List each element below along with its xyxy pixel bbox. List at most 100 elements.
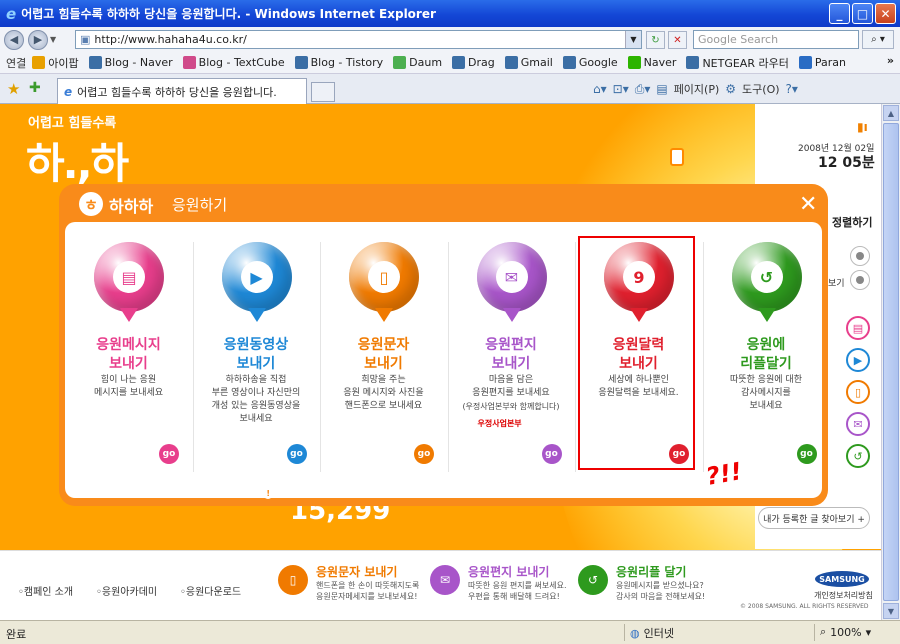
footer-cta-icon-0[interactable]: ▯ [278, 565, 308, 595]
page-menu[interactable]: 페이지(P) [674, 81, 720, 97]
modal-body: ▤ 응원메시지 보내기 힘이 나는 응원 메시지를 보내세요 go ▶ 응원동영상 보내기 하하하… [65, 222, 822, 498]
side-video-icon[interactable]: ▶ [846, 348, 870, 372]
privacy-link[interactable]: 개인정보처리방침 [814, 590, 873, 601]
link-3[interactable]: Blog - Tistory [294, 56, 383, 69]
go-button[interactable]: go [541, 444, 562, 464]
search-input[interactable]: Google Search [693, 30, 859, 49]
link-10[interactable]: Paran [798, 56, 846, 69]
card-title[interactable]: 응원편지 보내기 [448, 336, 575, 374]
side-phone-icon[interactable]: ▯ [846, 380, 870, 404]
side-message-icon[interactable]: ▤ [846, 316, 870, 340]
minimize-button[interactable]: _ [829, 3, 850, 24]
daum-icon [393, 56, 407, 69]
close-button[interactable]: ✕ [875, 3, 896, 24]
card-bubble-icon[interactable]: ↺ [731, 242, 802, 322]
scroll-down-icon[interactable]: ▼ [883, 603, 899, 619]
help-icon[interactable]: ?▾ [786, 82, 798, 96]
link-2[interactable]: Blog - TextCube [182, 56, 285, 69]
modal-brand: 하하하 [109, 197, 154, 216]
maximize-button[interactable]: □ [852, 3, 873, 24]
footer-cta-icon-2[interactable]: ↺ [578, 565, 608, 595]
footer-link-campaign[interactable]: ◦캠페인 소개 [18, 583, 73, 598]
go-button[interactable]: go [414, 444, 434, 464]
print-icon[interactable]: ⎙▾ [635, 82, 651, 97]
my-posts-button[interactable]: 내가 등록한 글 찾아보기 + [758, 507, 870, 529]
security-zone[interactable]: ◍ 인터넷 [630, 625, 674, 641]
link-7[interactable]: Google [562, 56, 618, 69]
history-dropdown-icon[interactable]: ▼ [50, 35, 56, 44]
side-reply-icon[interactable]: ↺ [846, 444, 870, 468]
tools-menu[interactable]: 도구(O) [742, 81, 779, 97]
cheer-card-2[interactable]: ▯ 응원문자 보내기 희망을 주는 응원 메시지와 사진을 핸드폰으로 보내세요 go [320, 222, 447, 498]
card-bubble-icon[interactable]: ▶ [221, 242, 292, 322]
card-title[interactable]: 응원에 리플달기 [703, 336, 830, 374]
card-title[interactable]: 응원메시지 보내기 [65, 336, 192, 374]
new-tab-button[interactable] [311, 82, 335, 102]
footer-link-academy[interactable]: ◦응원아카데미 [96, 583, 157, 598]
card-description: 하하하송을 직접 부른 영상이나 자신만의 개성 있는 응원동영상을 보내세요 [211, 375, 301, 424]
side-letter-icon[interactable]: ✉ [846, 412, 870, 436]
footer-cta-title[interactable]: 응원편지 보내기 [468, 563, 549, 580]
samsung-logo[interactable]: SAMSUNG [815, 571, 869, 587]
modal-title: 응원하기 [172, 196, 228, 214]
link-9[interactable]: NETGEAR 라우터 [686, 55, 789, 71]
footer-cta-title[interactable]: 응원문자 보내기 [316, 563, 397, 580]
sort-option-1[interactable] [850, 246, 870, 266]
textcube-icon [182, 56, 196, 69]
page-icon: ▣ [80, 33, 91, 46]
view-label: 보기 [828, 279, 845, 289]
cheer-card-3[interactable]: ✉ 응원편지 보내기 마음을 담은 응원편지를 보내세요 (우정사업본부와 함께합니다) 우… [448, 222, 575, 498]
card-bubble-icon[interactable]: ▤ [94, 242, 164, 322]
footer-cta-icon-1[interactable]: ✉ [430, 565, 460, 595]
tab-active[interactable]: e 어렵고 힘들수록 하하하 당신을 응원합니다. [57, 78, 307, 104]
footer-cta-title[interactable]: 응원리플 달기 [616, 563, 686, 580]
link-5[interactable]: Drag [452, 56, 495, 69]
scroll-up-icon[interactable]: ▲ [883, 105, 899, 121]
card-title[interactable]: 응원달력 보내기 [575, 336, 702, 374]
cheer-card-1[interactable]: ▶ 응원동영상 보내기 하하하송을 직접 부른 영상이나 자신만의 개성 있는 응원동영상… [193, 222, 320, 498]
page-icon [452, 56, 466, 69]
zoom-control[interactable]: ⌕ 100% ▾ [820, 625, 871, 639]
links-overflow-icon[interactable]: » [887, 54, 894, 67]
go-button[interactable]: go [286, 444, 307, 464]
go-button[interactable]: go [159, 444, 179, 464]
card-bubble-icon[interactable]: ▯ [349, 242, 419, 322]
add-favorite-icon[interactable]: ✚ [29, 80, 41, 96]
link-1[interactable]: Blog - Naver [88, 56, 173, 69]
sort-option-2[interactable] [850, 270, 870, 290]
card-title[interactable]: 응원문자 보내기 [320, 336, 447, 374]
korea-post-logo: 우정사업본부 [477, 419, 522, 428]
go-button[interactable]: go [669, 444, 689, 464]
rss-icon[interactable]: ⊡▾ [613, 82, 629, 96]
link-0[interactable]: 아이팝 [32, 55, 79, 71]
address-dropdown-icon[interactable]: ▼ [625, 31, 641, 48]
go-button[interactable]: go [796, 444, 817, 464]
scroll-thumb[interactable] [883, 123, 899, 601]
cheer-card-4[interactable]: 9 응원달력 보내기 세상에 하나뿐인 응원달력을 보내세요. go [575, 222, 702, 498]
hero-logo[interactable]: 하.,하 [26, 130, 129, 191]
card-bubble-icon[interactable]: ✉ [476, 242, 547, 322]
back-button[interactable]: ◀ [4, 29, 24, 50]
link-8[interactable]: Naver [627, 56, 676, 69]
link-4[interactable]: Daum [393, 56, 442, 69]
modal-close-button[interactable]: ✕ [799, 192, 817, 217]
favorites-star-icon[interactable]: ★ [7, 80, 20, 98]
refresh-button[interactable]: ↻ [646, 31, 665, 49]
vertical-scrollbar[interactable]: ▲ ▼ [881, 104, 900, 620]
cheer-card-5[interactable]: ↺ 응원에 리플달기 따뜻한 응원에 대한 감사메시지를 보내세요 go [703, 222, 830, 498]
link-label: Paran [814, 56, 846, 69]
link-label: NETGEAR 라우터 [702, 56, 789, 70]
command-bar: ⌂▾ ⊡▾ ⎙▾ ▤ 페이지(P) ⚙ 도구(O) ?▾ [593, 81, 798, 97]
stop-button[interactable]: ✕ [668, 31, 687, 49]
card-title[interactable]: 응원동영상 보내기 [193, 336, 320, 374]
footer-link-download[interactable]: ◦응원다운로드 [180, 583, 241, 598]
gear-icon: ⚙ [725, 82, 737, 96]
card-bubble-icon[interactable]: 9 [604, 242, 674, 322]
address-input[interactable]: ▣ http://www.hahaha4u.co.kr/ ▼ [75, 30, 642, 49]
home-icon[interactable]: ⌂▾ [593, 82, 607, 96]
forward-button[interactable]: ▶ [28, 29, 48, 50]
search-button[interactable]: ⌕ ▾ [862, 30, 894, 49]
cheer-card-0[interactable]: ▤ 응원메시지 보내기 힘이 나는 응원 메시지를 보내세요 go [65, 222, 192, 498]
card-description: 세상에 하나뿐인 응원달력을 보내세요. [598, 375, 679, 398]
link-6[interactable]: Gmail [504, 56, 553, 69]
